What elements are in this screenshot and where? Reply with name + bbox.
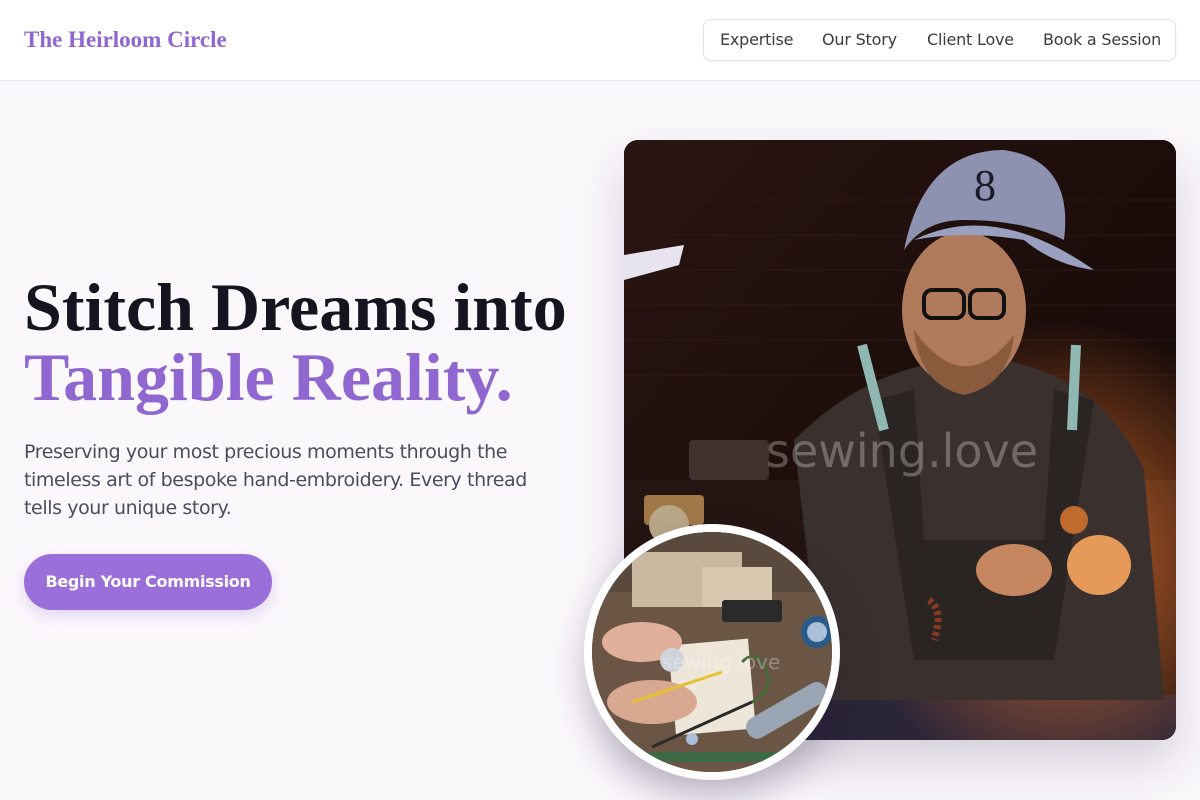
hero-description: Preserving your most precious moments th…	[24, 441, 527, 519]
nav-link-our-story[interactable]: Our Story	[822, 30, 897, 50]
main-photo-watermark: sewing.love	[766, 424, 1039, 478]
inset-photo-watermark: sewing.love	[662, 650, 781, 674]
nav-link-expertise[interactable]: Expertise	[720, 30, 793, 50]
hero-title-line1: Stitch Dreams into	[24, 269, 567, 345]
nav-link-client-love[interactable]: Client Love	[927, 30, 1014, 50]
begin-commission-button[interactable]: Begin Your Commission	[24, 554, 272, 610]
svg-text:8: 8	[974, 161, 996, 210]
workbench-photo: sewing.love	[592, 532, 832, 772]
hero-title: Stitch Dreams into Tangible Reality.	[24, 272, 604, 412]
workbench-photo-frame: sewing.love	[584, 524, 840, 780]
site-header: The Heirloom Circle Expertise Our Story …	[0, 0, 1200, 81]
brand-logo-text[interactable]: The Heirloom Circle	[24, 25, 227, 55]
main-nav: Expertise Our Story Client Love Book a S…	[703, 19, 1176, 61]
nav-link-book-session[interactable]: Book a Session	[1043, 30, 1161, 50]
hero-title-line2: Tangible Reality.	[24, 339, 513, 415]
